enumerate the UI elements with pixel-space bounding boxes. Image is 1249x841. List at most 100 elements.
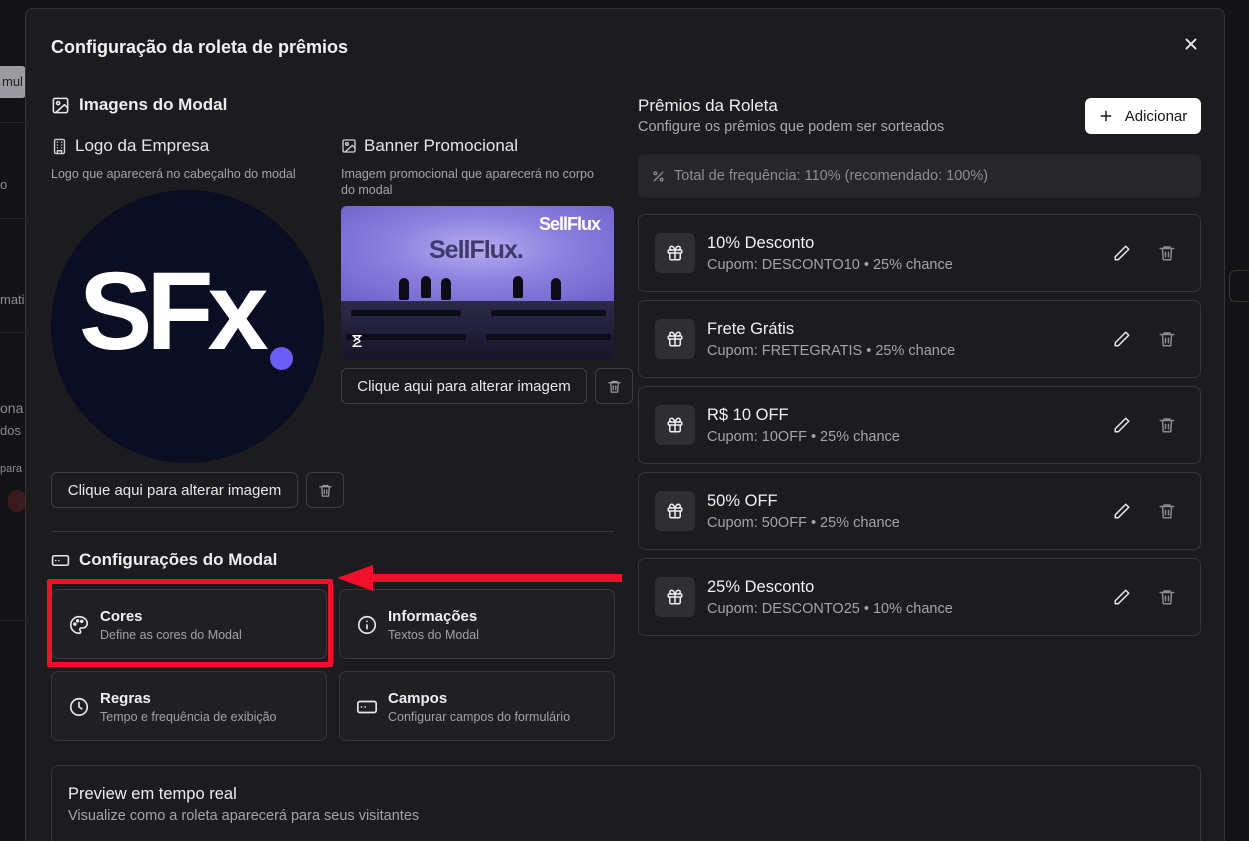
logo-text: SFx (79, 250, 269, 373)
banner-label-text: Banner Promocional (364, 136, 519, 155)
prize-item: 25% Desconto Cupom: DESCONTO25 • 10% cha… (638, 558, 1201, 636)
background-divider (0, 122, 26, 123)
prize-item: 50% OFF Cupom: 50OFF • 25% chance (638, 472, 1201, 550)
arrow-annotation (337, 565, 622, 591)
prizes-section-subtitle: Configure os prêmios que podem ser sorte… (638, 119, 945, 135)
trash-icon (318, 484, 332, 497)
gift-icon-container (655, 319, 695, 359)
edit-pencil-icon[interactable] (1113, 588, 1131, 606)
add-prize-label: Adicionar (1124, 107, 1188, 125)
background-divider (0, 332, 26, 333)
trash-icon[interactable] (1158, 330, 1176, 348)
gift-icon (667, 331, 683, 347)
gift-icon-container (655, 577, 695, 617)
banner-person (513, 276, 523, 298)
form-field-icon (51, 554, 70, 566)
change-logo-button[interactable]: Clique aqui para alterar imagem (51, 472, 298, 508)
config-card-rules[interactable]: Regras Tempo e frequência de exibição (51, 671, 327, 741)
delete-banner-button[interactable] (595, 368, 633, 404)
prize-meta: Cupom: DESCONTO10 • 25% chance (707, 257, 953, 273)
gift-icon-container (655, 405, 695, 445)
preview-desc: Visualize como a roleta aparecerá para s… (68, 808, 420, 824)
form-field-icon (357, 700, 377, 714)
gift-icon (667, 589, 683, 605)
banner-desk (351, 310, 461, 316)
prize-meta: Cupom: 10OFF • 25% chance (707, 429, 900, 445)
prize-name: R$ 10 OFF (707, 406, 789, 424)
percent-icon (653, 170, 664, 182)
gift-icon (667, 417, 683, 433)
prize-item: Frete Grátis Cupom: FRETEGRATIS • 25% ch… (638, 300, 1201, 378)
gift-icon (667, 503, 683, 519)
banner-label: Banner Promocional (341, 136, 518, 156)
trash-icon[interactable] (1158, 502, 1176, 520)
prize-meta: Cupom: 50OFF • 25% chance (707, 515, 900, 531)
plus-icon (1100, 110, 1112, 122)
config-card-desc: Configurar campos do formulário (388, 710, 571, 724)
gift-icon (667, 245, 683, 261)
banner-hint: Imagem promocional que aparecerá no corp… (341, 167, 594, 197)
banner-wall-brand: SellFlux. (429, 236, 524, 264)
background-divider (0, 620, 26, 621)
banner-person (421, 276, 431, 298)
background-text-fragment: ona (0, 400, 24, 416)
trash-icon[interactable] (1158, 416, 1176, 434)
roulette-config-modal: Configuração da roleta de prêmios Imagen… (25, 8, 1225, 841)
banner-person (551, 278, 561, 300)
section-divider (51, 531, 614, 532)
close-icon[interactable] (1180, 33, 1202, 55)
logo-label: Logo da Empresa (51, 136, 209, 156)
trash-icon[interactable] (1158, 244, 1176, 262)
image-icon (342, 139, 356, 153)
trash-icon (607, 380, 621, 393)
logo-dot (270, 347, 293, 370)
edit-pencil-icon[interactable] (1113, 502, 1131, 520)
background-divider (0, 218, 26, 219)
background-text-fragment: para (0, 463, 23, 475)
live-preview-panel: Preview em tempo real Visualize como a r… (51, 765, 1201, 841)
config-section-title: Configurações do Modal (51, 550, 277, 570)
hourglass-icon (352, 335, 362, 347)
promo-banner-image: SellFlux SellFlux. (341, 206, 614, 359)
trash-icon[interactable] (1158, 588, 1176, 606)
config-card-title: Informações (388, 608, 478, 625)
config-card-desc: Tempo e frequência de exibição (100, 710, 277, 724)
banner-brand-logo: SellFlux (538, 214, 601, 234)
prize-name: 25% Desconto (707, 578, 815, 596)
background-text-fragment: mati (0, 292, 25, 307)
building-icon (53, 138, 66, 154)
image-icon (52, 97, 69, 113)
prize-name: Frete Grátis (707, 320, 795, 338)
clock-icon (69, 697, 89, 717)
images-section-title: Imagens do Modal (51, 95, 227, 115)
config-card-title: Campos (388, 690, 448, 707)
add-prize-button[interactable]: Adicionar (1085, 98, 1201, 134)
company-logo-image: SFx (51, 190, 324, 463)
frequency-total-box: Total de frequência: 110% (recomendado: … (638, 154, 1201, 198)
config-card-desc: Textos do Modal (388, 628, 480, 642)
config-card-fields[interactable]: Campos Configurar campos do formulário (339, 671, 615, 741)
edit-pencil-icon[interactable] (1113, 330, 1131, 348)
modal-title: Configuração da roleta de prêmios (51, 37, 349, 57)
prize-name: 10% Desconto (707, 234, 815, 252)
edit-pencil-icon[interactable] (1113, 244, 1131, 262)
info-icon (357, 615, 377, 635)
prize-meta: Cupom: FRETEGRATIS • 25% chance (707, 343, 956, 359)
banner-person (399, 278, 409, 300)
gift-icon-container (655, 233, 695, 273)
change-banner-button[interactable]: Clique aqui para alterar imagem (341, 368, 587, 404)
background-text-fragment: o (0, 177, 8, 192)
prize-meta: Cupom: DESCONTO25 • 10% chance (707, 601, 953, 617)
banner-desk (346, 334, 466, 340)
background-badge (8, 490, 26, 512)
banner-desk (486, 334, 611, 340)
config-section-label: Configurações do Modal (79, 550, 278, 569)
edit-pencil-icon[interactable] (1113, 416, 1131, 434)
prize-name: 50% OFF (707, 492, 778, 510)
banner-person (441, 278, 451, 300)
background-tab-fragment: mul (0, 66, 26, 98)
gift-icon-container (655, 491, 695, 531)
frequency-total-text: Total de frequência: 110% (recomendado: … (674, 168, 989, 184)
config-card-info[interactable]: Informações Textos do Modal (339, 589, 615, 659)
delete-logo-button[interactable] (306, 472, 344, 508)
